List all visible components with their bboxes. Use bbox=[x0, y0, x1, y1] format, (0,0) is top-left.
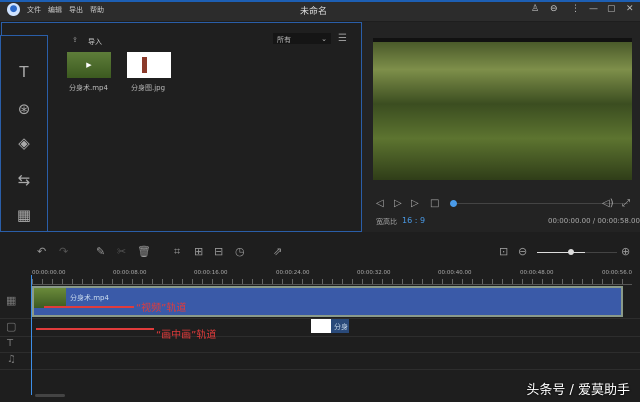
timeline-ruler[interactable] bbox=[32, 279, 632, 285]
horizontal-scrollbar[interactable] bbox=[35, 394, 65, 397]
duration-icon[interactable]: ◷ bbox=[235, 245, 245, 258]
track-divider bbox=[0, 336, 640, 337]
overlay-icon[interactable]: ◈ bbox=[14, 134, 34, 152]
fit-timeline-icon[interactable]: ⊡ bbox=[499, 245, 508, 258]
video-preview bbox=[373, 38, 632, 180]
import-icon[interactable]: ⇪ bbox=[72, 36, 78, 44]
maximize-button[interactable]: ▢ bbox=[607, 4, 616, 14]
video-track-icon: ▦ bbox=[6, 294, 17, 307]
filter-dropdown[interactable]: 所有 ⌄ bbox=[273, 33, 331, 44]
track-divider bbox=[0, 369, 640, 370]
pip-track-icon: ▢ bbox=[6, 320, 17, 333]
delete-icon[interactable]: 🗑 bbox=[137, 245, 151, 258]
prev-frame-button[interactable]: ◁ bbox=[376, 198, 384, 209]
menu-edit[interactable]: 编辑 bbox=[48, 5, 62, 15]
element-icon[interactable]: ▦ bbox=[14, 206, 34, 224]
close-button[interactable]: ✕ bbox=[626, 4, 634, 14]
text-track-icon: T bbox=[7, 338, 14, 349]
fullscreen-icon[interactable]: ⤢ bbox=[622, 198, 630, 209]
watermark: 头条号 / 爱莫助手 bbox=[526, 383, 630, 398]
media-panel bbox=[1, 22, 362, 232]
mosaic-icon[interactable]: ⊟ bbox=[214, 245, 223, 258]
minimize-button[interactable]: — bbox=[589, 4, 598, 14]
tick-label: 00:00:24.00 bbox=[276, 270, 310, 276]
message-icon[interactable]: ⊖ bbox=[550, 4, 558, 14]
arrow-annotation bbox=[44, 306, 134, 308]
undo-icon[interactable]: ↶ bbox=[37, 245, 46, 258]
edit-icon[interactable]: ✎ bbox=[96, 245, 105, 258]
window-title: 未命名 bbox=[300, 7, 328, 17]
app-logo-icon: ● bbox=[7, 3, 20, 16]
media-item-name: 分身图.jpg bbox=[131, 84, 166, 92]
media-item-image[interactable] bbox=[127, 52, 171, 78]
menu-file[interactable]: 文件 bbox=[27, 5, 41, 15]
filter-icon[interactable]: ⊛ bbox=[14, 100, 34, 118]
media-item-video[interactable]: ▶ bbox=[67, 52, 111, 78]
menu-export[interactable]: 导出 bbox=[69, 5, 83, 15]
zoom-slider-handle[interactable] bbox=[568, 249, 574, 255]
redo-icon[interactable]: ↷ bbox=[59, 245, 68, 258]
tick-label: 00:00:40.00 bbox=[438, 270, 472, 276]
video-clip[interactable] bbox=[32, 286, 623, 317]
tick-label: 00:00:56.0 bbox=[602, 270, 632, 276]
text-icon[interactable]: T bbox=[14, 63, 34, 81]
video-track-annotation: “视频”轨道 bbox=[136, 303, 187, 314]
seek-handle[interactable] bbox=[450, 200, 457, 207]
crop-icon[interactable]: ⌗ bbox=[174, 245, 180, 259]
tick-label: 00:00:08.00 bbox=[113, 270, 147, 276]
aspect-ratio-value[interactable]: 16 : 9 bbox=[402, 216, 425, 225]
list-view-icon[interactable]: ☰ bbox=[338, 33, 347, 44]
import-button[interactable]: 导入 bbox=[88, 37, 102, 47]
time-display: 00:00:00.00 / 00:00:58.00 bbox=[548, 217, 640, 225]
stop-button[interactable]: □ bbox=[430, 198, 439, 209]
pip-clip-name: 分身 bbox=[334, 323, 348, 331]
menu-help[interactable]: 帮助 bbox=[90, 5, 104, 15]
video-clip-thumbnail bbox=[34, 288, 66, 308]
share-icon[interactable]: ⇗ bbox=[273, 245, 282, 258]
filter-value: 所有 bbox=[277, 36, 291, 44]
transition-icon[interactable]: ⇆ bbox=[14, 171, 34, 189]
media-item-name: 分身术.mp4 bbox=[69, 84, 108, 92]
track-divider bbox=[0, 352, 640, 353]
pip-clip-thumbnail bbox=[311, 319, 331, 333]
tick-label: 00:00:32.00 bbox=[357, 270, 391, 276]
zoom-slider[interactable] bbox=[537, 252, 617, 253]
next-frame-button[interactable]: ▷ bbox=[411, 198, 419, 209]
zoom-icon[interactable]: ⊞ bbox=[194, 245, 203, 258]
aspect-label: 宽高比 bbox=[376, 218, 397, 226]
tick-label: 00:00:00.00 bbox=[32, 270, 66, 276]
video-clip-name: 分身术.mp4 bbox=[70, 294, 109, 302]
zoom-in-icon[interactable]: ⊕ bbox=[621, 245, 630, 258]
pip-track-annotation: “画中画”轨道 bbox=[156, 330, 217, 341]
arrow-annotation bbox=[36, 328, 154, 330]
more-icon[interactable]: ⋮ bbox=[571, 4, 580, 14]
playhead[interactable] bbox=[31, 275, 32, 395]
volume-icon[interactable]: ◁) bbox=[602, 198, 614, 209]
cut-icon[interactable]: ✂ bbox=[117, 245, 126, 258]
zoom-out-icon[interactable]: ⊖ bbox=[518, 245, 527, 258]
play-button[interactable]: ▷ bbox=[394, 198, 402, 209]
tick-label: 00:00:16.00 bbox=[194, 270, 228, 276]
user-icon[interactable]: ♙ bbox=[531, 4, 539, 14]
tick-label: 00:00:48.00 bbox=[520, 270, 554, 276]
music-track-icon: ♫ bbox=[7, 354, 16, 365]
